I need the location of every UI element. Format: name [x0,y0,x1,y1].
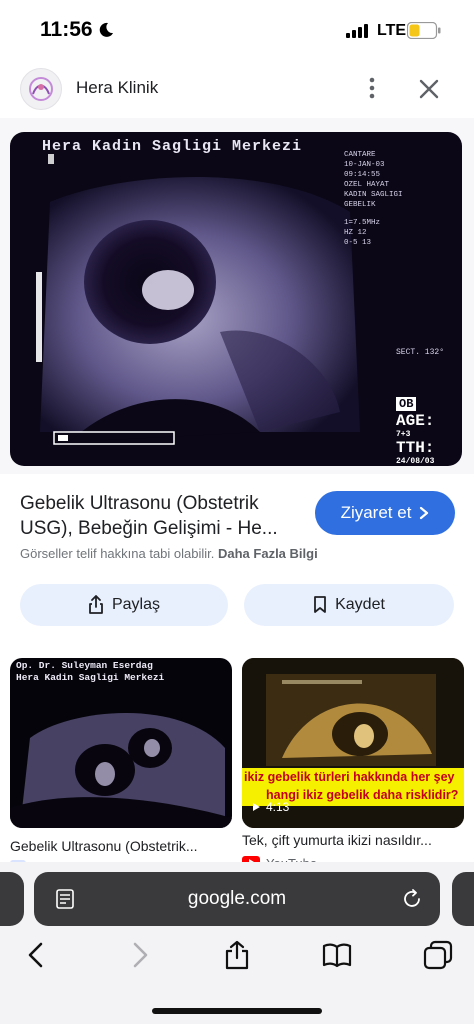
battery-icon [407,22,441,39]
banner-line1: ikiz gebelik türleri hakkında her şey [244,770,455,784]
info-line: 10-JAN-03 [344,161,385,169]
address-bar[interactable]: google.com [34,872,440,926]
image-panel: Hera Kadin Sagligi Merkezi CANTARE 10-JA… [0,118,474,567]
back-icon[interactable] [22,940,52,970]
tth-label: TTH: [396,439,435,457]
home-indicator [152,1008,322,1014]
bookmarks-icon[interactable] [322,940,352,970]
related-caption-1[interactable]: Gebelik Ultrasonu (Obstetrik... [10,838,234,854]
banner-line2: hangi ikiz gebelik daha risklidir? [266,788,459,802]
sect-label: SECT. 132° [396,348,445,357]
close-icon[interactable] [418,78,440,100]
age-block: OB AGE: 7+3 TTH: 24/08/03 [396,394,434,466]
tabs-icon[interactable] [423,940,453,970]
related-image-1[interactable]: Op. Dr. Suleyman Eserdag Hera Kadin Sagl… [10,658,232,828]
visit-label: Ziyaret et [340,503,412,522]
url-text[interactable]: google.com [34,888,440,910]
card1-overlay-line2: Hera Kadin Sagligi Merkezi [16,672,165,683]
site-name[interactable]: Hera Klinik [76,78,158,98]
more-info-link[interactable]: Daha Fazla Bilgi [218,546,318,561]
card1-overlay-line1: Op. Dr. Suleyman Eserdag [16,660,153,671]
site-logo[interactable] [20,68,62,110]
copyright-text: Görseller telif hakkına tabi olabilir. [20,546,215,561]
next-tab-preview[interactable] [452,872,474,926]
chevron-right-icon [420,506,429,520]
info-line: 09:14:55 [344,171,381,179]
related-caption-2[interactable]: Tek, çift yumurta ikizi nasıldır... [242,832,466,848]
bookmark-icon [314,596,326,613]
video-duration: 4:13 [252,800,289,814]
info-line: GEBELIK [344,201,376,209]
save-label: Kaydet [335,596,385,613]
info-line: CANTARE [344,151,376,159]
moon-icon [99,22,113,37]
status-time: 11:56 [40,18,93,41]
info-line: HZ 12 [344,229,367,237]
network-type: LTE [377,22,407,39]
forward-icon[interactable] [124,940,154,970]
play-icon [253,803,260,811]
previous-tab-preview[interactable] [0,872,24,926]
age-label: AGE: [396,412,435,430]
related-video-2[interactable]: ikiz gebelik türleri hakkında her şey ha… [242,658,464,828]
share-label: Paylaş [111,596,161,613]
site-header: Hera Klinik [0,60,474,118]
more-icon[interactable] [362,74,382,102]
info-line: 1=7.5MHz [344,219,381,227]
copyright-notice: Görseller telif hakkına tabi olabilir. D… [20,546,318,561]
age-value: 7+3 [396,430,411,439]
tth-value: 24/08/03 [396,457,435,466]
scan-tag: OB [396,397,417,411]
info-line: OZEL HAYAT [344,181,390,189]
save-button[interactable]: Kaydet [244,584,454,626]
info-line: KADIN SAGLIGI [344,191,403,199]
reload-icon[interactable] [401,888,423,910]
share-button[interactable]: Paylaş [20,584,228,626]
signal-icon [346,24,368,38]
ultrasound-image[interactable]: Hera Kadin Sagligi Merkezi CANTARE 10-JA… [10,132,462,466]
info-line: 0-5 13 [344,239,372,247]
status-bar: 11:56 LTE [0,0,474,60]
visit-button[interactable]: Ziyaret et [315,491,455,535]
share-toolbar-icon[interactable] [222,940,252,970]
duration-text: 4:13 [266,800,290,814]
share-icon [89,595,103,614]
result-title[interactable]: Gebelik Ultrasonu (Obstetrik USG), Bebeğ… [20,491,300,541]
machine-info: CANTARE 10-JAN-03 09:14:55 OZEL HAYAT KA… [344,150,454,248]
overlay-title: Hera Kadin Sagligi Merkezi [42,138,303,155]
